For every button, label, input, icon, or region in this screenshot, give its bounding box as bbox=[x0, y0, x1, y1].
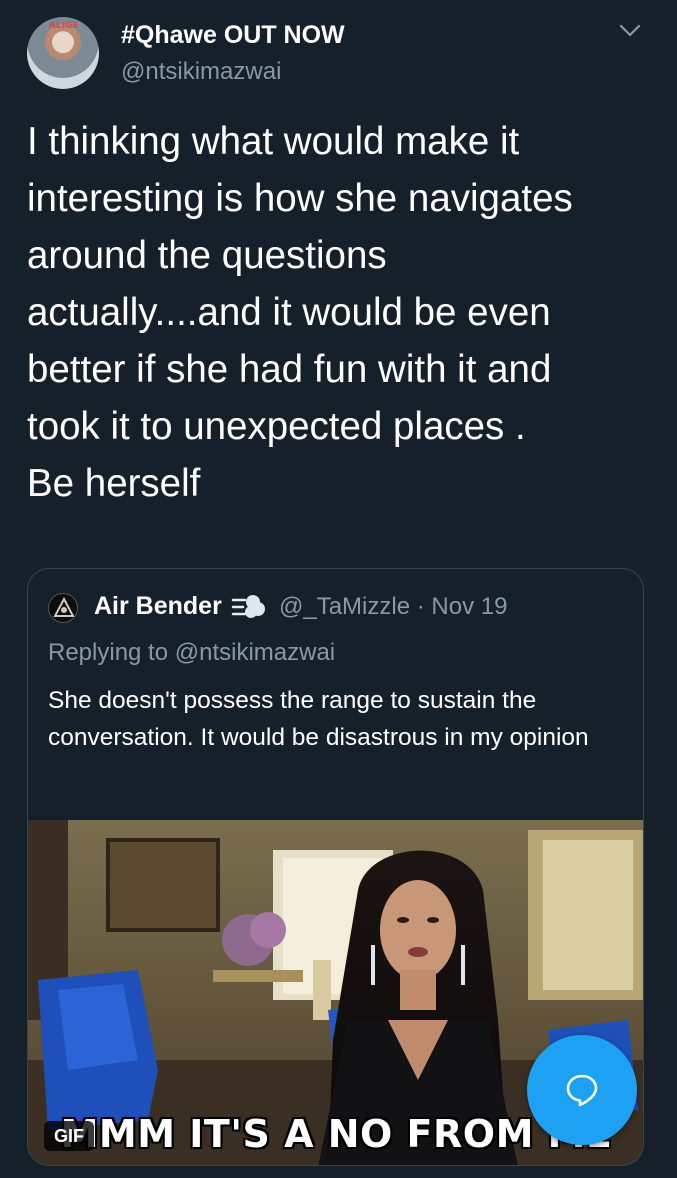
replying-to[interactable]: Replying to @ntsikimazwai bbox=[48, 639, 335, 667]
tweet-text: I thinking what would make it interestin… bbox=[27, 120, 573, 505]
quoted-author-name: Air Bender bbox=[94, 592, 222, 620]
compose-reply-button[interactable] bbox=[527, 1035, 637, 1145]
avatar-badge: ALIGE bbox=[49, 21, 79, 31]
author-avatar[interactable]: ALIGE bbox=[27, 17, 99, 89]
tweet-header: ALIGE #Qhawe OUT NOW @ntsikimazwai bbox=[0, 0, 677, 110]
quoted-handle-date: @_TaMizzle · Nov 19 bbox=[279, 593, 508, 620]
compose-reply-icon bbox=[566, 1074, 598, 1107]
author-handle[interactable]: @ntsikimazwai bbox=[121, 58, 281, 86]
author-display-name[interactable]: #Qhawe OUT NOW bbox=[121, 21, 345, 50]
gif-badge: GIF bbox=[44, 1121, 94, 1151]
chevron-down-icon[interactable] bbox=[619, 23, 641, 39]
dash-emoji-icon bbox=[231, 595, 265, 618]
quoted-author-avatar bbox=[48, 593, 78, 623]
quoted-tweet-text: She doesn't possess the range to sustain… bbox=[48, 687, 589, 751]
